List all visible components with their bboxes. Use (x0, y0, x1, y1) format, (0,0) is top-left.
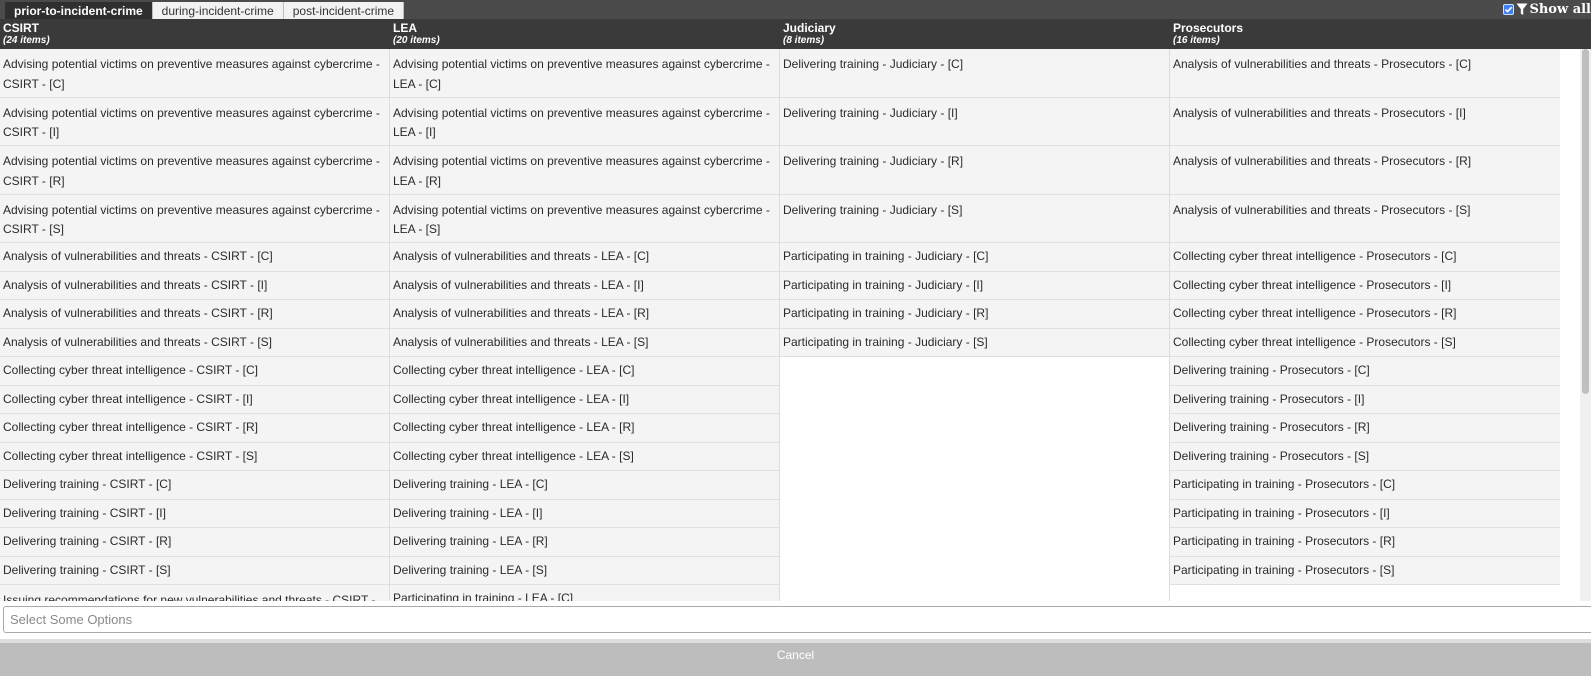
column-header-judiciary: Judiciary (8 items) (780, 19, 1170, 49)
list-item[interactable]: Delivering training - LEA - [C] (390, 471, 779, 500)
list-item[interactable]: Analysis of vulnerabilities and threats … (390, 300, 779, 329)
list-item[interactable]: Participating in training - Prosecutors … (1170, 471, 1560, 500)
cancel-button[interactable]: Cancel (0, 643, 1591, 676)
list-item[interactable]: Delivering training - CSIRT - [C] (0, 471, 389, 500)
list-item[interactable]: Collecting cyber threat intelligence - P… (1170, 328, 1560, 357)
column-title: LEA (393, 21, 417, 35)
list-item[interactable]: Advising potential victims on preventive… (0, 146, 389, 195)
vertical-scrollbar[interactable] (1580, 49, 1591, 601)
list-item[interactable]: Advising potential victims on preventive… (390, 49, 779, 98)
list-item[interactable]: Delivering training - Prosecutors - [S] (1170, 442, 1560, 471)
list-item[interactable]: Delivering training - CSIRT - [I] (0, 499, 389, 528)
list-item[interactable]: Collecting cyber threat intelligence - P… (1170, 300, 1560, 329)
list-item[interactable]: Delivering training - Judiciary - [R] (780, 146, 1169, 195)
tab-list: prior-to-incident-crime during-incident-… (5, 2, 405, 19)
list-item[interactable]: Delivering training - Judiciary - [S] (780, 194, 1169, 243)
list-item[interactable]: Delivering training - LEA - [S] (390, 556, 779, 585)
list-item[interactable]: Participating in training - Judiciary - … (780, 328, 1169, 357)
list-item[interactable]: Analysis of vulnerabilities and threats … (1170, 194, 1560, 243)
column-title: CSIRT (3, 21, 39, 35)
list-item[interactable]: Collecting cyber threat intelligence - C… (0, 442, 389, 471)
list-item[interactable]: Delivering training - Prosecutors - [R] (1170, 414, 1560, 443)
filter-icon (1516, 3, 1528, 16)
list-item[interactable]: Advising potential victims on preventive… (390, 97, 779, 146)
items-grid: Advising potential victims on preventive… (0, 49, 1580, 601)
list-item[interactable]: Collecting cyber threat intelligence - L… (390, 357, 779, 386)
show-all-control[interactable]: Show all (1503, 1, 1591, 18)
list-item[interactable]: Collecting cyber threat intelligence - P… (1170, 243, 1560, 272)
column-lea: Advising potential victims on preventive… (390, 49, 780, 601)
list-item[interactable]: Analysis of vulnerabilities and threats … (1170, 146, 1560, 195)
list-item[interactable]: Analysis of vulnerabilities and threats … (390, 243, 779, 272)
show-all-checkbox[interactable] (1503, 4, 1515, 15)
list-item[interactable]: Delivering training - CSIRT - [R] (0, 528, 389, 557)
list-item[interactable]: Collecting cyber threat intelligence - L… (390, 442, 779, 471)
list-item[interactable]: Issuing recommendations for new vulnerab… (0, 585, 389, 601)
list-item[interactable]: Advising potential victims on preventive… (0, 194, 389, 243)
list-item[interactable]: Participating in training - Prosecutors … (1170, 556, 1560, 585)
scrollbar-thumb[interactable] (1582, 49, 1589, 394)
list-item[interactable]: Delivering training - Judiciary - [I] (780, 97, 1169, 146)
list-item[interactable]: Analysis of vulnerabilities and threats … (390, 328, 779, 357)
list-item[interactable]: Analysis of vulnerabilities and threats … (1170, 49, 1560, 98)
list-item[interactable]: Participating in training - Prosecutors … (1170, 528, 1560, 557)
list-item[interactable]: Collecting cyber threat intelligence - C… (0, 414, 389, 443)
tab-prior-to-incident-crime[interactable]: prior-to-incident-crime (5, 2, 153, 19)
list-item[interactable]: Collecting cyber threat intelligence - L… (390, 414, 779, 443)
tab-post-incident-crime[interactable]: post-incident-crime (283, 2, 405, 19)
show-all-label: Show all (1529, 2, 1591, 17)
list-item[interactable]: Advising potential victims on preventive… (390, 194, 779, 243)
column-headers: CSIRT (24 items) LEA (20 items) Judiciar… (0, 19, 1591, 49)
list-item[interactable]: Delivering training - Prosecutors - [I] (1170, 385, 1560, 414)
list-item[interactable]: Delivering training - LEA - [R] (390, 528, 779, 557)
column-prosecutors: Analysis of vulnerabilities and threats … (1170, 49, 1560, 601)
list-item[interactable]: Collecting cyber threat intelligence - P… (1170, 271, 1560, 300)
list-item[interactable]: Analysis of vulnerabilities and threats … (0, 300, 389, 329)
list-item[interactable]: Analysis of vulnerabilities and threats … (0, 328, 389, 357)
column-header-prosecutors: Prosecutors (16 items) (1170, 19, 1560, 49)
list-item[interactable]: Delivering training - CSIRT - [S] (0, 556, 389, 585)
column-count: (8 items) (783, 35, 825, 46)
list-item[interactable]: Delivering training - LEA - [I] (390, 499, 779, 528)
list-item[interactable]: Participating in training - LEA - [C] (390, 585, 779, 601)
list-item[interactable]: Advising potential victims on preventive… (0, 49, 389, 98)
column-count: (20 items) (393, 35, 440, 46)
list-item[interactable]: Analysis of vulnerabilities and threats … (1170, 97, 1560, 146)
column-count: (16 items) (1173, 35, 1220, 46)
tab-during-incident-crime[interactable]: during-incident-crime (152, 2, 284, 19)
list-item[interactable]: Delivering training - Prosecutors - [C] (1170, 357, 1560, 386)
tab-bar: prior-to-incident-crime during-incident-… (0, 0, 1591, 19)
column-csirt: Advising potential victims on preventive… (0, 49, 390, 601)
list-item[interactable]: Analysis of vulnerabilities and threats … (390, 271, 779, 300)
list-item[interactable]: Participating in training - Judiciary - … (780, 271, 1169, 300)
list-item[interactable]: Collecting cyber threat intelligence - C… (0, 357, 389, 386)
list-item[interactable]: Participating in training - Judiciary - … (780, 243, 1169, 272)
list-item[interactable]: Participating in training - Judiciary - … (780, 300, 1169, 329)
column-title: Judiciary (783, 21, 836, 35)
list-item[interactable]: Advising potential victims on preventive… (0, 97, 389, 146)
list-item[interactable]: Delivering training - Judiciary - [C] (780, 49, 1169, 98)
list-item[interactable]: Analysis of vulnerabilities and threats … (0, 271, 389, 300)
column-judiciary: Delivering training - Judiciary - [C] De… (780, 49, 1170, 601)
list-item[interactable]: Collecting cyber threat intelligence - L… (390, 385, 779, 414)
column-title: Prosecutors (1173, 21, 1244, 35)
list-item[interactable]: Analysis of vulnerabilities and threats … (0, 243, 389, 272)
column-count: (24 items) (3, 35, 50, 46)
column-header-csirt: CSIRT (24 items) (0, 19, 390, 49)
column-header-lea: LEA (20 items) (390, 19, 780, 49)
list-item[interactable]: Collecting cyber threat intelligence - C… (0, 385, 389, 414)
multi-select-input[interactable]: Select Some Options (3, 606, 1591, 633)
list-item[interactable]: Participating in training - Prosecutors … (1170, 499, 1560, 528)
list-item[interactable]: Advising potential victims on preventive… (390, 146, 779, 195)
